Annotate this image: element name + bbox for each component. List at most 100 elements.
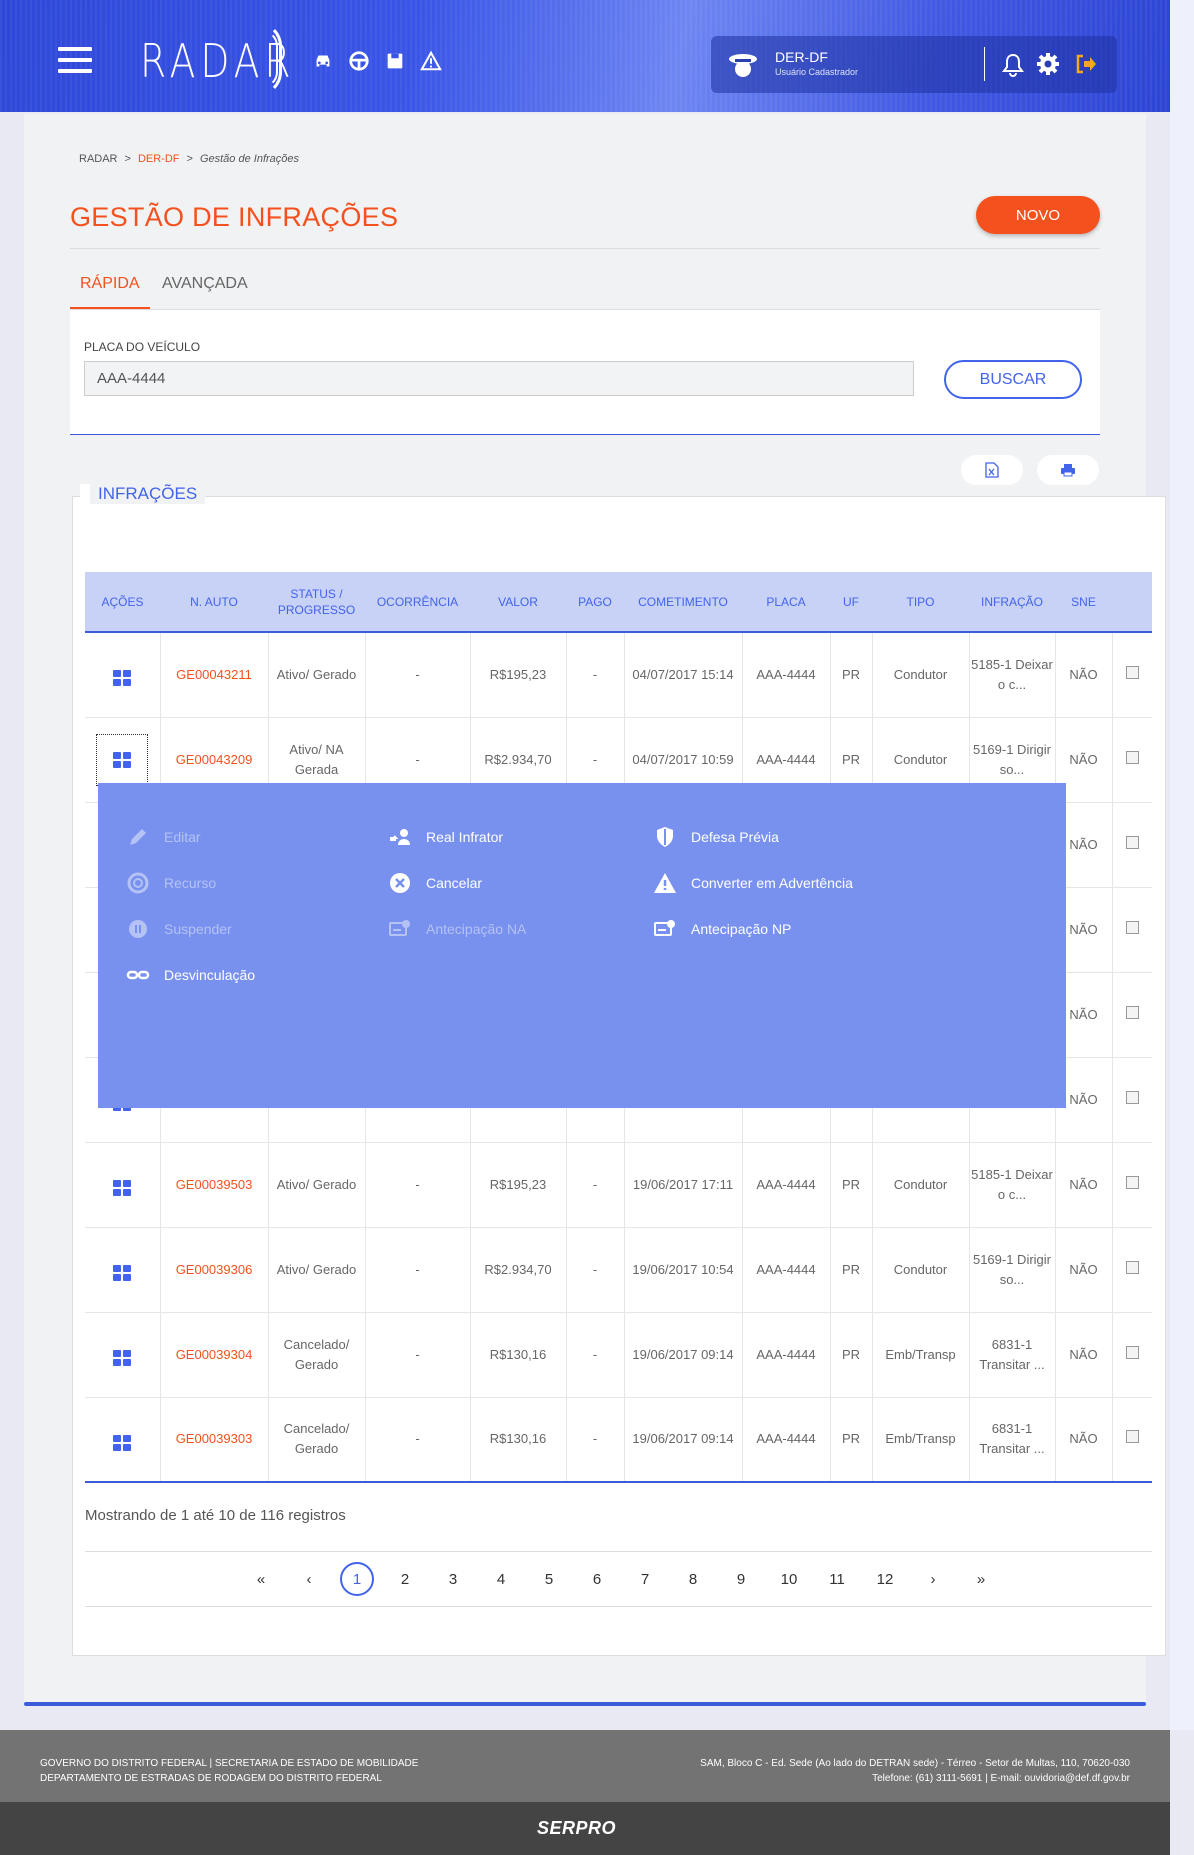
action-recurso[interactable]: Recurso xyxy=(126,871,216,895)
cell-select[interactable] xyxy=(1112,632,1152,718)
grid-menu-icon[interactable] xyxy=(113,1434,132,1451)
grid-menu-icon[interactable] xyxy=(113,1265,132,1281)
cell-actions[interactable] xyxy=(85,1312,161,1398)
action-editar[interactable]: Editar xyxy=(126,825,201,849)
cell-actions[interactable] xyxy=(85,1227,161,1313)
action-antecipa-o-na[interactable]: Antecipação NA xyxy=(388,917,526,941)
row-checkbox[interactable] xyxy=(1125,750,1139,764)
column-header[interactable]: INFRAÇÃO xyxy=(969,572,1055,633)
cell-actions[interactable] xyxy=(85,1397,161,1483)
seat-icon[interactable] xyxy=(384,50,406,72)
car-icon[interactable] xyxy=(312,50,334,72)
column-header[interactable]: PAGO xyxy=(566,572,624,633)
novo-button[interactable]: NOVO xyxy=(976,196,1100,234)
cell-select[interactable] xyxy=(1112,1142,1152,1228)
cell-n-auto[interactable]: GE00039503 xyxy=(160,1142,269,1228)
action-desvincula-o[interactable]: Desvinculação xyxy=(126,963,255,987)
plate-input[interactable] xyxy=(84,361,914,396)
row-checkbox[interactable] xyxy=(1125,1345,1139,1359)
export-excel-button[interactable] xyxy=(961,455,1023,485)
page-7[interactable]: 7 xyxy=(621,1562,669,1596)
action-cancelar[interactable]: Cancelar xyxy=(388,871,482,895)
cell-select[interactable] xyxy=(1112,1057,1152,1143)
column-header[interactable]: AÇÕES xyxy=(85,572,160,633)
cell-pago: - xyxy=(566,1397,625,1483)
tab-avancada[interactable]: AVANÇADA xyxy=(162,275,248,293)
cell-select[interactable] xyxy=(1112,1312,1152,1398)
cell-valor: R$195,23 xyxy=(470,632,567,718)
column-header[interactable]: STATUS / PROGRESSO xyxy=(268,572,365,633)
page-4[interactable]: 4 xyxy=(477,1562,525,1596)
action-antecipa-o-np[interactable]: Antecipação NP xyxy=(653,917,791,941)
column-header[interactable]: TIPO xyxy=(872,572,969,633)
column-header[interactable]: COMETIMENTO xyxy=(624,572,742,633)
column-header[interactable]: VALOR xyxy=(470,572,566,633)
breadcrumb-item-radar[interactable]: RADAR xyxy=(79,153,118,165)
next-page-button[interactable]: › xyxy=(909,1562,957,1596)
action-real-infrator[interactable]: Real Infrator xyxy=(388,825,503,849)
cell-uf: PR xyxy=(830,1142,873,1228)
buscar-button[interactable]: BUSCAR xyxy=(944,360,1082,399)
grid-menu-icon[interactable] xyxy=(113,1350,132,1366)
row-checkbox[interactable] xyxy=(1125,920,1139,934)
cell-n-auto[interactable]: GE00039303 xyxy=(160,1397,269,1483)
cell-n-auto[interactable]: GE00039304 xyxy=(160,1312,269,1398)
row-checkbox[interactable] xyxy=(1125,665,1139,679)
cell-select[interactable] xyxy=(1112,972,1152,1058)
page-5[interactable]: 5 xyxy=(525,1562,573,1596)
tab-rapida[interactable]: RÁPIDA xyxy=(80,275,140,293)
cell-placa: AAA-4444 xyxy=(742,1312,831,1398)
prev-page-button[interactable]: ‹ xyxy=(285,1562,333,1596)
grid-menu-icon[interactable] xyxy=(113,670,132,687)
column-header[interactable] xyxy=(1112,572,1152,633)
cell-select[interactable] xyxy=(1112,1227,1152,1313)
page-9[interactable]: 9 xyxy=(717,1562,765,1596)
column-header[interactable]: OCORRÊNCIA xyxy=(365,572,470,633)
card-bottom-line xyxy=(24,1702,1146,1706)
cell-actions[interactable] xyxy=(85,632,161,718)
cell-select[interactable] xyxy=(1112,717,1152,803)
logout-icon[interactable] xyxy=(1074,52,1098,76)
action-defesa-pr-via[interactable]: Defesa Prévia xyxy=(653,825,779,849)
row-checkbox[interactable] xyxy=(1125,1260,1139,1274)
bell-icon[interactable] xyxy=(1001,52,1025,78)
page-10[interactable]: 10 xyxy=(765,1562,813,1596)
first-page-button[interactable]: « xyxy=(237,1562,285,1596)
page-8[interactable]: 8 xyxy=(669,1562,717,1596)
row-checkbox[interactable] xyxy=(1125,1175,1139,1189)
print-button[interactable] xyxy=(1037,455,1099,485)
row-checkbox[interactable] xyxy=(1125,1430,1139,1444)
row-checkbox[interactable] xyxy=(1125,1005,1139,1019)
column-header[interactable]: N. AUTO xyxy=(160,572,268,633)
cell-cometimento: 19/06/2017 09:14 xyxy=(624,1312,743,1398)
page-3[interactable]: 3 xyxy=(429,1562,477,1596)
warning-triangle-icon[interactable] xyxy=(420,50,442,72)
page-1[interactable]: 1 xyxy=(333,1562,381,1596)
breadcrumb-item-derdf[interactable]: DER-DF xyxy=(138,153,180,165)
cell-n-auto[interactable]: GE00043211 xyxy=(160,632,269,718)
row-checkbox[interactable] xyxy=(1125,835,1139,849)
menu-icon[interactable] xyxy=(58,47,92,73)
actions-button-active[interactable] xyxy=(96,733,149,786)
action-converter-em-advert-ncia[interactable]: Converter em Advertência xyxy=(653,871,853,895)
page-6[interactable]: 6 xyxy=(573,1562,621,1596)
last-page-button[interactable]: » xyxy=(957,1562,1005,1596)
cell-select[interactable] xyxy=(1112,802,1152,888)
cell-sne: NÃO xyxy=(1055,1397,1113,1483)
steering-wheel-icon[interactable] xyxy=(348,50,370,72)
page-11[interactable]: 11 xyxy=(813,1562,861,1596)
grid-menu-icon[interactable] xyxy=(113,751,132,768)
gear-icon[interactable] xyxy=(1036,52,1060,76)
cell-n-auto[interactable]: GE00039306 xyxy=(160,1227,269,1313)
column-header[interactable]: PLACA xyxy=(742,572,830,633)
column-header[interactable]: SNE xyxy=(1055,572,1112,633)
row-checkbox[interactable] xyxy=(1125,1090,1139,1104)
cell-select[interactable] xyxy=(1112,1397,1152,1483)
grid-menu-icon[interactable] xyxy=(113,1180,132,1196)
page-12[interactable]: 12 xyxy=(861,1562,909,1596)
cell-actions[interactable] xyxy=(85,1142,161,1228)
column-header[interactable]: UF xyxy=(830,572,872,633)
cell-select[interactable] xyxy=(1112,887,1152,973)
action-suspender[interactable]: Suspender xyxy=(126,917,232,941)
page-2[interactable]: 2 xyxy=(381,1562,429,1596)
